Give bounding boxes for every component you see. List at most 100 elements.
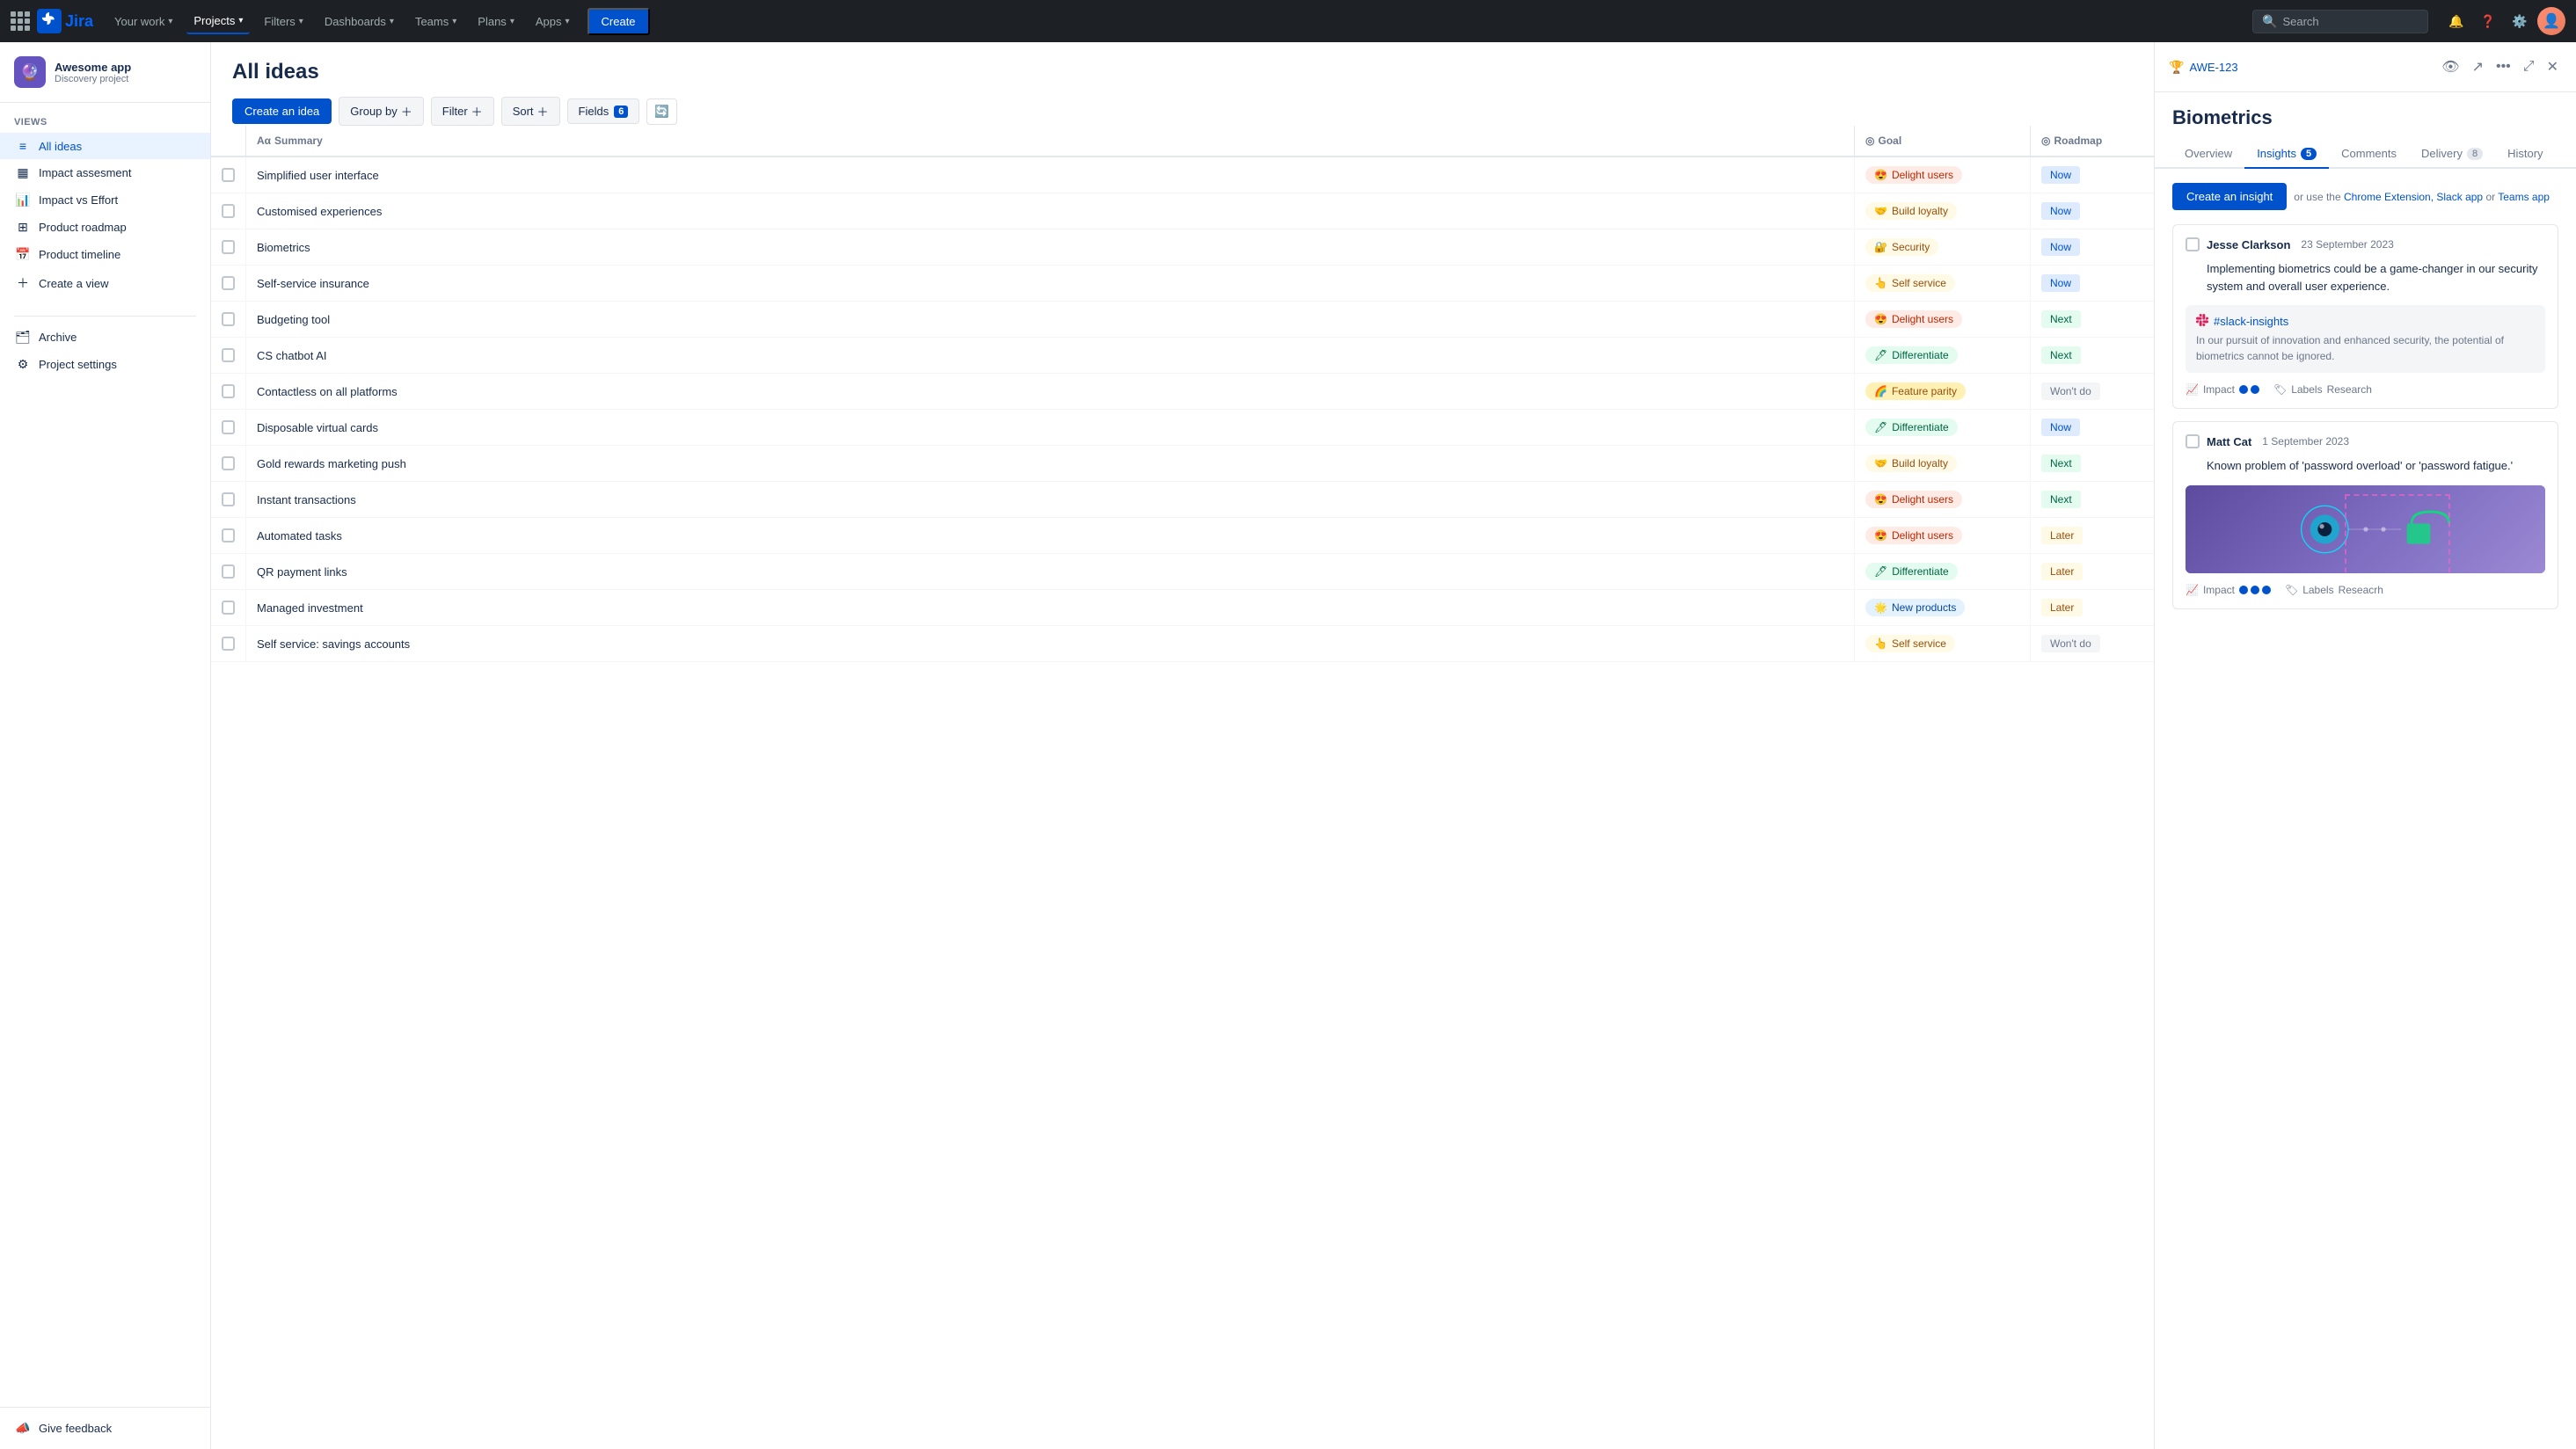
search-input[interactable]	[2282, 15, 2419, 28]
goal-tag[interactable]: 🤝 Build loyalty	[1865, 202, 1957, 220]
goal-tag[interactable]: 👆 Self service	[1865, 635, 1955, 652]
goal-tag[interactable]: 🔐 Security	[1865, 238, 1938, 256]
nav-dashboards[interactable]: Dashboards ▾	[317, 10, 401, 33]
roadmap-tag[interactable]: Next	[2041, 455, 2081, 472]
chrome-extension-link[interactable]: Chrome Extension,	[2344, 191, 2434, 203]
create-insight-button[interactable]: Create an insight	[2172, 183, 2287, 210]
nav-your-work[interactable]: Your work ▾	[107, 10, 179, 33]
table-row[interactable]: Self service: savings accounts 👆 Self se…	[211, 626, 2154, 662]
goal-tag[interactable]: 🖊 Differentiate	[1865, 419, 1958, 436]
goal-tag[interactable]: 🤝 Build loyalty	[1865, 455, 1957, 472]
create-button[interactable]: Create	[587, 8, 650, 35]
sidebar-item-impact-effort[interactable]: 📊 Impact vs Effort	[0, 186, 210, 214]
share-button[interactable]: ↗	[2469, 55, 2487, 79]
fields-button[interactable]: Fields 6	[567, 98, 640, 124]
roadmap-tag[interactable]: Now	[2041, 166, 2080, 184]
expand-button[interactable]: ⤢	[2520, 55, 2538, 78]
roadmap-tag[interactable]: Now	[2041, 274, 2080, 292]
row-checkbox[interactable]	[222, 492, 235, 506]
tab-overview[interactable]: Overview	[2172, 140, 2244, 169]
nav-plans[interactable]: Plans ▾	[471, 10, 522, 33]
goal-tag[interactable]: 😍 Delight users	[1865, 166, 1962, 184]
row-checkbox[interactable]	[222, 637, 235, 651]
row-checkbox[interactable]	[222, 240, 235, 254]
row-checkbox[interactable]	[222, 384, 235, 398]
table-row[interactable]: Self-service insurance 👆 Self service No…	[211, 266, 2154, 302]
row-checkbox[interactable]	[222, 528, 235, 542]
notifications-button[interactable]: 🔔	[2442, 7, 2470, 35]
project-header[interactable]: 🔮 Awesome app Discovery project	[0, 42, 210, 103]
goal-tag[interactable]: 🖊 Differentiate	[1865, 563, 1958, 580]
sidebar-item-all-ideas[interactable]: ≡ All ideas	[0, 133, 210, 159]
sidebar-item-create-view[interactable]: ＋ Create a view	[0, 268, 210, 298]
table-row[interactable]: Instant transactions 😍 Delight users Nex…	[211, 482, 2154, 518]
sidebar-item-impact-assessment[interactable]: ▦ Impact assesment	[0, 159, 210, 186]
goal-tag[interactable]: 😍 Delight users	[1865, 527, 1962, 544]
table-row[interactable]: Simplified user interface 😍 Delight user…	[211, 157, 2154, 193]
user-avatar[interactable]: 👤	[2537, 7, 2565, 35]
roadmap-tag[interactable]: Later	[2041, 563, 2083, 580]
tab-comments[interactable]: Comments	[2329, 140, 2409, 169]
panel-id[interactable]: 🏆 AWE-123	[2169, 60, 2238, 75]
jira-logo[interactable]: Jira	[37, 9, 93, 33]
teams-app-link[interactable]: Teams app	[2498, 191, 2550, 203]
slack-app-link[interactable]: Slack app	[2436, 191, 2483, 203]
header-roadmap[interactable]: ◎ Roadmap	[2031, 126, 2154, 156]
sidebar-item-product-roadmap[interactable]: ⊞ Product roadmap	[0, 214, 210, 241]
row-checkbox[interactable]	[222, 276, 235, 290]
row-checkbox[interactable]	[222, 456, 235, 470]
goal-tag[interactable]: 😍 Delight users	[1865, 310, 1962, 328]
header-goal[interactable]: ◎ Goal	[1855, 126, 2031, 156]
goal-tag[interactable]: 👆 Self service	[1865, 274, 1955, 292]
tab-insights[interactable]: Insights 5	[2244, 140, 2329, 169]
more-options-button[interactable]: •••	[2492, 55, 2514, 78]
row-checkbox[interactable]	[222, 168, 235, 182]
filter-button[interactable]: Filter ＋	[431, 97, 494, 126]
row-checkbox[interactable]	[222, 420, 235, 434]
goal-tag[interactable]: 🖊 Differentiate	[1865, 346, 1958, 364]
row-checkbox[interactable]	[222, 312, 235, 326]
row-checkbox[interactable]	[222, 601, 235, 615]
row-checkbox[interactable]	[222, 348, 235, 362]
table-row[interactable]: Automated tasks 😍 Delight users Later	[211, 518, 2154, 554]
settings-button[interactable]: ⚙️	[2506, 7, 2534, 35]
close-button[interactable]: ✕	[2543, 55, 2562, 79]
table-row[interactable]: QR payment links 🖊 Differentiate Later	[211, 554, 2154, 590]
group-by-button[interactable]: Group by ＋	[339, 97, 424, 126]
table-row[interactable]: Biometrics 🔐 Security Now	[211, 229, 2154, 266]
sidebar-item-archive[interactable]: 🗂 Archive	[0, 324, 210, 351]
help-button[interactable]: ❓	[2474, 7, 2502, 35]
roadmap-tag[interactable]: Now	[2041, 202, 2080, 220]
header-summary[interactable]: Aα Summary	[246, 126, 1855, 156]
watch-button[interactable]: 👁	[2438, 55, 2463, 79]
sidebar-item-product-timeline[interactable]: 📅 Product timeline	[0, 241, 210, 268]
row-checkbox[interactable]	[222, 204, 235, 218]
search-box[interactable]: 🔍	[2252, 10, 2428, 33]
roadmap-tag[interactable]: Next	[2041, 310, 2081, 328]
roadmap-tag[interactable]: Now	[2041, 238, 2080, 256]
table-row[interactable]: Contactless on all platforms 🌈 Feature p…	[211, 374, 2154, 410]
roadmap-tag[interactable]: Won't do	[2041, 382, 2100, 400]
roadmap-tag[interactable]: Later	[2041, 599, 2083, 616]
grid-menu-button[interactable]	[11, 11, 30, 31]
table-row[interactable]: Budgeting tool 😍 Delight users Next	[211, 302, 2154, 338]
table-row[interactable]: Managed investment 🌟 New products Later	[211, 590, 2154, 626]
tab-history[interactable]: History	[2495, 140, 2555, 169]
tab-delivery[interactable]: Delivery 8	[2409, 140, 2495, 169]
goal-tag[interactable]: 😍 Delight users	[1865, 491, 1962, 508]
roadmap-tag[interactable]: Next	[2041, 346, 2081, 364]
roadmap-tag[interactable]: Won't do	[2041, 635, 2100, 652]
goal-tag[interactable]: 🌟 New products	[1865, 599, 1965, 616]
nav-teams[interactable]: Teams ▾	[408, 10, 463, 33]
create-idea-button[interactable]: Create an idea	[232, 98, 332, 124]
table-row[interactable]: Gold rewards marketing push 🤝 Build loya…	[211, 446, 2154, 482]
table-row[interactable]: Disposable virtual cards 🖊 Differentiate…	[211, 410, 2154, 446]
roadmap-tag[interactable]: Next	[2041, 491, 2081, 508]
nav-projects[interactable]: Projects ▾	[186, 9, 250, 34]
goal-tag[interactable]: 🌈 Feature parity	[1865, 382, 1966, 400]
nav-filters[interactable]: Filters ▾	[257, 10, 310, 33]
sidebar-item-project-settings[interactable]: ⚙ Project settings	[0, 351, 210, 378]
insight-source-name[interactable]: #slack-insights	[2214, 315, 2288, 328]
sort-button[interactable]: Sort ＋	[501, 97, 560, 126]
sidebar-item-give-feedback[interactable]: 📣 Give feedback	[0, 1415, 210, 1442]
